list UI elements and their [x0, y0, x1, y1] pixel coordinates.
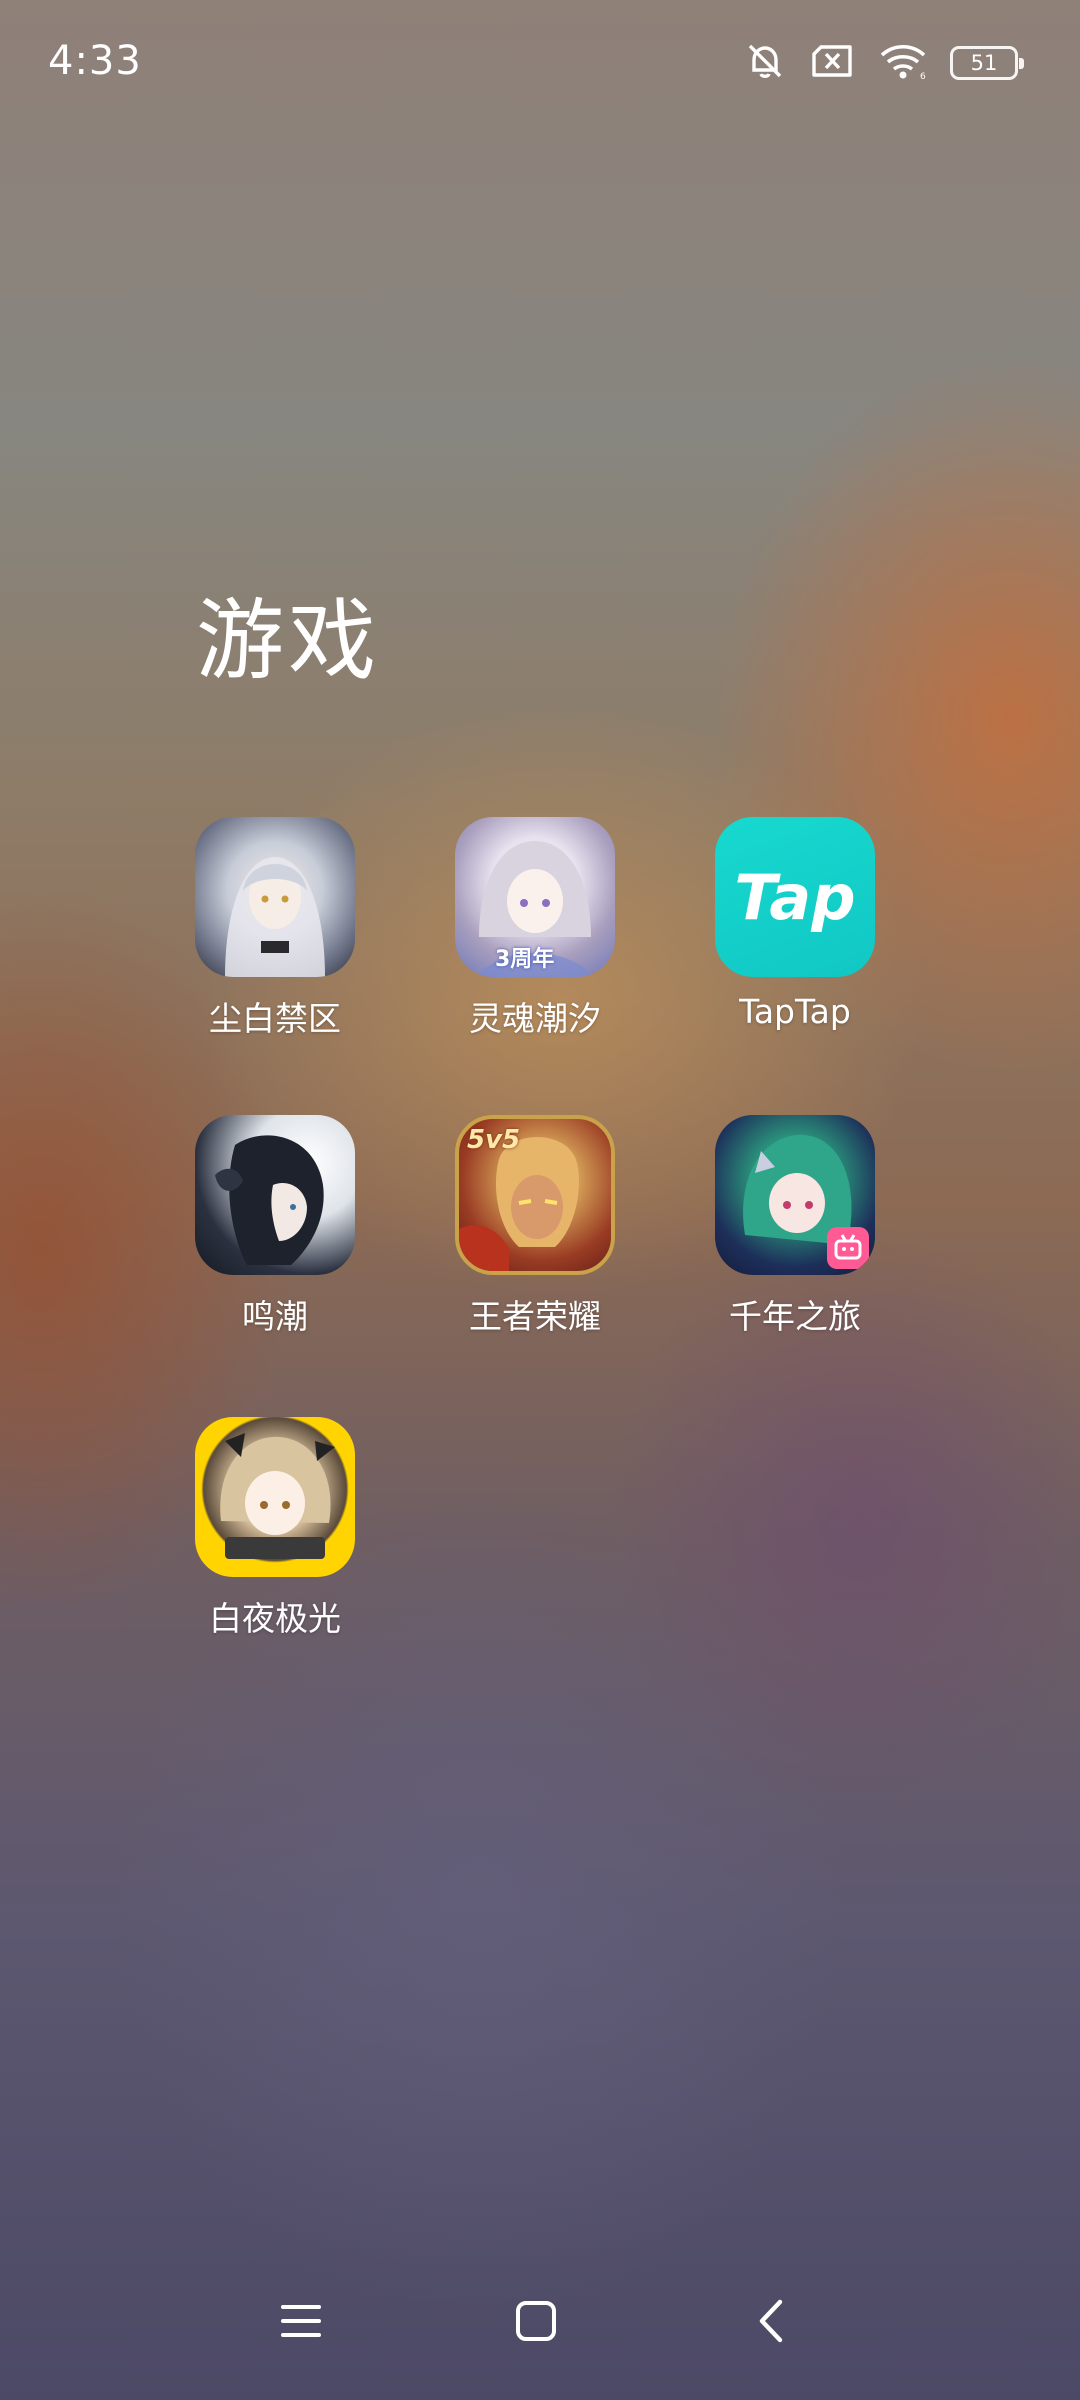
home-icon [514, 2299, 558, 2347]
home-screen: 4:33 6 51 游戏 尘白禁区 3周年 灵魂潮汐 Tap TapTap 鸣潮… [0, 0, 1080, 2400]
svg-text:6: 6 [920, 72, 926, 81]
back-button[interactable] [726, 2278, 816, 2368]
app-label: 千年之旅 [729, 1297, 861, 1336]
anniversary-badge: 3周年 [495, 947, 555, 972]
wangzhe-app-icon[interactable]: 5v5 [455, 1115, 615, 1275]
taptap-app-icon[interactable]: Tap [715, 817, 875, 977]
battery-icon: 51 [950, 46, 1024, 80]
chenbai-app-icon[interactable] [195, 817, 355, 977]
app-baiye[interactable]: 白夜极光 [130, 1417, 390, 1638]
app-chenbai[interactable]: 尘白禁区 [130, 817, 390, 1038]
navigation-bar [0, 2250, 1080, 2400]
menu-icon [279, 2301, 323, 2345]
home-button[interactable] [491, 2278, 581, 2368]
bilibili-icon [827, 1227, 869, 1269]
menu-button[interactable] [256, 2278, 346, 2368]
app-taptap[interactable]: Tap TapTap [650, 817, 910, 1037]
app-mingchao[interactable]: 鸣潮 [130, 1115, 390, 1336]
battery-level: 51 [970, 50, 998, 75]
baiye-app-icon[interactable] [195, 1417, 355, 1577]
app-label: 灵魂潮汐 [469, 999, 601, 1038]
taptap-logo-text: Tap [734, 860, 856, 934]
app-wangzhe[interactable]: 5v5 王者荣耀 [390, 1115, 650, 1336]
status-icons: 6 51 [742, 38, 1024, 88]
no-sim-icon [810, 41, 856, 85]
wifi-icon: 6 [878, 41, 928, 85]
app-label: 白夜极光 [209, 1599, 341, 1638]
mute-bell-icon [742, 38, 788, 88]
app-label: 王者荣耀 [469, 1297, 601, 1336]
app-label: 鸣潮 [242, 1297, 308, 1336]
app-linghun[interactable]: 3周年 灵魂潮汐 [390, 817, 650, 1038]
qiannian-app-icon[interactable] [715, 1115, 875, 1275]
mingchao-app-icon[interactable] [195, 1115, 355, 1275]
folder-title: 游戏 [196, 589, 381, 692]
app-qiannian[interactable]: 千年之旅 [650, 1115, 910, 1336]
app-label: TapTap [739, 992, 851, 1031]
linghun-app-icon[interactable]: 3周年 [455, 817, 615, 977]
status-time: 4:33 [48, 38, 142, 84]
back-icon [754, 2298, 788, 2348]
5v5-badge: 5v5 [467, 1125, 521, 1155]
status-bar: 4:33 6 51 [0, 0, 1080, 130]
app-label: 尘白禁区 [209, 999, 341, 1038]
